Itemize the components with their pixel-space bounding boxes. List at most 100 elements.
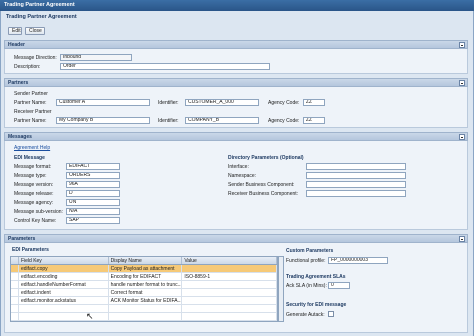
sender-name-field[interactable]: Customer A <box>56 99 150 106</box>
message-version-label: Message version: <box>14 182 54 188</box>
parameters-section-bar[interactable]: Parameters <box>4 234 468 243</box>
sender-agency-label: Agency Code: <box>268 100 300 106</box>
message-version-field[interactable]: 96A <box>66 181 120 188</box>
message-direction-field[interactable]: Inbound <box>60 54 132 61</box>
message-release-field[interactable]: D <box>66 190 120 197</box>
functional-profile-label: Functional profile: <box>286 258 326 264</box>
row-selector[interactable] <box>11 313 19 320</box>
display-name-cell: Copy Payload as attachment <box>109 265 183 272</box>
message-type-label: Message type: <box>14 173 47 179</box>
row-selector[interactable] <box>11 281 19 288</box>
table-scrollbar[interactable] <box>278 256 284 322</box>
table-row[interactable] <box>11 305 277 313</box>
receiver-business-component-field[interactable] <box>306 190 406 197</box>
column-header-display-name[interactable]: Display Name <box>109 257 183 264</box>
row-selector[interactable] <box>11 297 19 304</box>
display-name-cell: Encoding for EDIFACT <box>109 273 183 280</box>
sender-agency-field[interactable]: ZZ <box>303 99 325 106</box>
row-selector[interactable] <box>11 289 19 296</box>
generate-autack-label: Generate Autack: <box>286 312 325 318</box>
receiver-agency-field[interactable]: ZZ <box>303 117 325 124</box>
ack-sla-field[interactable]: 0 <box>328 282 350 289</box>
message-subversion-field[interactable]: N/A <box>66 208 120 215</box>
header-section-body <box>4 49 468 74</box>
interface-field[interactable] <box>306 163 406 170</box>
value-cell[interactable] <box>182 281 277 288</box>
edi-message-heading: EDI Message <box>14 155 45 161</box>
agreement-help-link[interactable]: Agreement Help <box>14 145 50 151</box>
sender-business-component-field[interactable] <box>306 181 406 188</box>
messages-section-bar[interactable]: Messages <box>4 132 468 141</box>
table-row[interactable] <box>11 313 277 321</box>
table-row[interactable]: edifact.encoding Encoding for EDIFACT IS… <box>11 273 277 281</box>
sender-identifier-label: Identifier: <box>158 100 179 106</box>
receiver-name-field[interactable]: My Company B <box>56 117 150 124</box>
field-key-cell: edifact.copy <box>19 265 109 272</box>
sender-identifier-field[interactable]: CUSTOMER_A_000 <box>185 99 259 106</box>
directory-parameters-heading: Directory Parameters (Optional) <box>228 155 304 161</box>
generate-autack-checkbox[interactable] <box>328 311 334 317</box>
collapse-icon[interactable] <box>459 236 465 242</box>
sender-partner-heading: Sender Partner <box>14 91 48 97</box>
collapse-icon[interactable] <box>459 80 465 86</box>
table-row[interactable]: edifact.indent Correct format <box>11 289 277 297</box>
field-key-cell: edifact.encoding <box>19 273 109 280</box>
value-cell[interactable]: ISO-8859-1 <box>182 273 277 280</box>
value-cell[interactable] <box>182 265 277 272</box>
display-name-cell: ACK Monitor Status for EDIFA... <box>110 297 183 304</box>
parameters-section-title: Parameters <box>8 236 36 242</box>
sla-heading: Trading Agreement SLAs <box>286 274 346 280</box>
field-key-cell: edifact.monitor.ackstatus <box>19 297 109 304</box>
message-direction-label: Message Direction: <box>14 55 57 61</box>
field-key-cell: edifact.indent <box>19 289 109 296</box>
table-row[interactable]: edifact.monitor.ackstatus ACK Monitor St… <box>11 297 277 305</box>
security-heading: Security for EDI message <box>286 302 347 308</box>
page-title: Trading Partner Agreement <box>6 14 77 20</box>
field-key-cell: edifact.handleNumberFormat <box>19 281 109 288</box>
message-release-label: Message release: <box>14 191 54 197</box>
message-subversion-label: Message sub-version: <box>14 209 63 215</box>
row-selector[interactable] <box>11 273 19 280</box>
message-agency-label: Message agency: <box>14 200 54 206</box>
display-name-cell: Correct format <box>109 289 183 296</box>
column-header-field-key[interactable]: Field Key <box>19 257 109 264</box>
ack-sla-label: Ack SLA (in Mins): <box>286 283 327 289</box>
edi-parameters-table: Field Key Display Name Value edifact.cop… <box>10 256 278 322</box>
messages-section-title: Messages <box>8 134 32 140</box>
sender-name-label: Partner Name: <box>14 100 47 106</box>
value-cell[interactable] <box>182 297 277 304</box>
table-header: Field Key Display Name Value <box>11 257 277 265</box>
control-key-label: Control Key Name: <box>14 218 57 224</box>
receiver-identifier-field[interactable]: COMPANY_B <box>185 117 259 124</box>
sender-business-component-label: Sender Business Component: <box>228 182 295 188</box>
message-agency-field[interactable]: UN <box>66 199 120 206</box>
namespace-field[interactable] <box>306 172 406 179</box>
collapse-icon[interactable] <box>459 134 465 140</box>
column-header-value[interactable]: Value <box>182 257 277 264</box>
row-selector[interactable] <box>11 305 19 312</box>
header-section-title: Header <box>8 42 25 48</box>
row-selector[interactable] <box>11 265 19 272</box>
receiver-business-component-label: Receiver Business Component: <box>228 191 299 197</box>
table-row[interactable]: edifact.copy Copy Payload as attachment <box>11 265 277 273</box>
mouse-cursor-icon: ↖ <box>86 311 94 321</box>
message-type-field[interactable]: ORDERS <box>66 172 120 179</box>
partners-section-bar[interactable]: Partners <box>4 78 468 87</box>
receiver-identifier-label: Identifier: <box>158 118 179 124</box>
message-format-field[interactable]: EDIFACT <box>66 163 120 170</box>
close-button[interactable]: Close <box>25 27 45 35</box>
collapse-icon[interactable] <box>459 42 465 48</box>
control-key-field[interactable]: SAP <box>66 217 120 224</box>
header-section-bar[interactable]: Header <box>4 40 468 49</box>
functional-profile-field[interactable]: FP_0000000003 <box>328 257 388 264</box>
select-all-column[interactable] <box>11 257 19 264</box>
partners-section-title: Partners <box>8 80 29 86</box>
table-row[interactable]: edifact.handleNumberFormat handle number… <box>11 281 277 289</box>
description-field[interactable]: Order <box>60 63 270 70</box>
custom-parameters-heading: Custom Parameters <box>286 248 334 254</box>
receiver-partner-heading: Receiver Partner <box>14 109 52 115</box>
receiver-name-label: Partner Name: <box>14 118 47 124</box>
receiver-agency-label: Agency Code: <box>268 118 300 124</box>
value-cell[interactable] <box>182 289 277 296</box>
edit-button[interactable]: Edit <box>8 27 22 35</box>
